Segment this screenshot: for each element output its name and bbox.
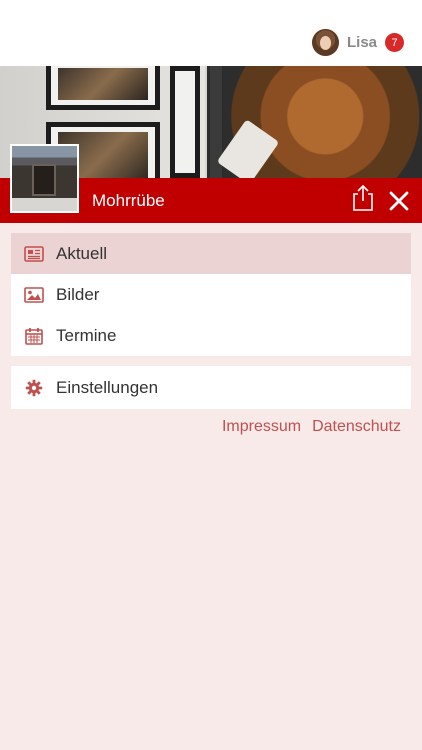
profile-thumbnail[interactable] [10,144,79,213]
close-icon [389,191,409,211]
footer-links: Impressum Datenschutz [222,418,401,436]
impressum-link[interactable]: Impressum [222,418,301,436]
newspaper-icon [24,244,44,264]
settings-menu: Einstellungen [11,366,411,409]
main-menu: Aktuell Bilder Termine [11,233,411,356]
cover-frame-top [46,66,160,110]
calendar-icon [24,326,44,346]
datenschutz-link[interactable]: Datenschutz [312,418,401,436]
image-icon [24,285,44,305]
menu-item-termine[interactable]: Termine [11,315,411,356]
share-button[interactable] [351,184,375,212]
user-menu[interactable]: Lisa 7 [311,29,404,56]
menu-item-label: Termine [56,325,117,345]
avatar[interactable] [311,29,339,56]
user-name[interactable]: Lisa [347,34,377,51]
menu-item-aktuell[interactable]: Aktuell [11,233,411,274]
share-icon [353,184,373,211]
top-bar: Lisa 7 [0,0,422,66]
menu-item-label: Einstellungen [56,377,159,397]
close-button[interactable] [388,190,410,212]
menu-item-label: Bilder [56,284,100,304]
profile-title: Mohrrübe [92,191,165,210]
avatar-face [319,36,331,50]
menu-item-bilder[interactable]: Bilder [11,274,411,315]
notification-badge[interactable]: 7 [385,33,404,52]
cover-frame-side [170,66,200,178]
menu-item-einstellungen[interactable]: Einstellungen [11,366,411,409]
menu-item-label: Aktuell [56,243,108,263]
gear-icon [24,378,44,398]
